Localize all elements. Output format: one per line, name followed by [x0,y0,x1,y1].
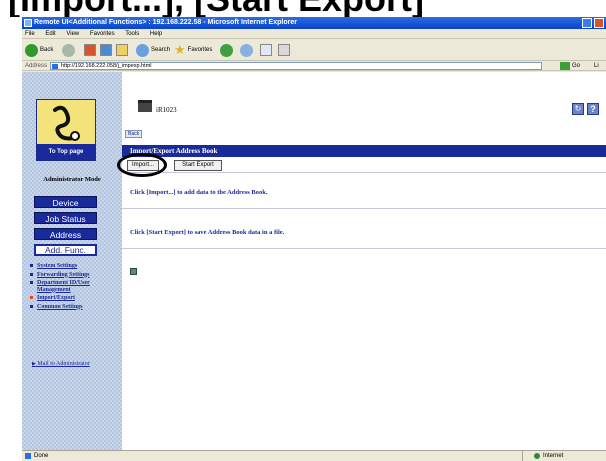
menu-view[interactable]: View [66,31,79,37]
page-heading-text: [Import...], [Start Export] [8,0,424,17]
link-import-export-label: Import/Export [37,295,75,301]
menu-help[interactable]: Help [150,31,162,37]
status-text: Done [34,453,49,459]
settings-links: System Settings Forwarding Settings Depa… [30,263,120,312]
import-button[interactable]: Import... [127,160,159,171]
address-bar: Address http://192.168.222.058/j_impexp.… [22,61,606,71]
page-heading: [Import...], [Start Export] [0,0,606,17]
sidebar: To Top page Administrator Mode Device Jo… [22,72,122,450]
forward-arrow-icon [62,43,75,57]
address-field[interactable]: http://192.168.222.058/j_impexp.html [50,62,542,70]
favorites-button[interactable]: ★ Favorites [174,42,212,58]
logo-label: To Top page [37,144,95,160]
browser-toolbar: Back Search ★ Favorites [22,39,606,61]
printer-icon [138,100,152,112]
media-icon [220,43,233,57]
arrow-icon: ▶ [32,362,36,367]
history-icon [240,43,253,57]
nav-address[interactable]: Address [34,228,97,240]
nav-job-status[interactable]: Job Status [34,212,97,224]
star-icon: ★ [174,42,186,57]
back-button[interactable]: Back [25,42,53,58]
bullet-icon [30,296,33,299]
page-top-icon[interactable] [130,268,137,275]
history-button[interactable] [240,42,253,58]
start-export-button[interactable]: Start Export [174,160,222,171]
search-label: Search [151,47,171,53]
bullet-icon [30,272,33,276]
link-common-settings-label: Common Settings [37,303,83,310]
page-icon [52,64,58,69]
admin-mode-label: Administrator Mode [43,176,101,183]
menu-file[interactable]: File [25,31,35,37]
device-name: iR1023 [156,106,177,114]
status-bar: Done Internet [22,450,606,461]
menu-edit[interactable]: Edit [45,31,55,37]
divider [122,248,606,249]
address-url: http://192.168.222.058/j_impexp.html [61,63,152,69]
media-button[interactable] [220,42,233,58]
stop-button[interactable] [84,42,96,58]
maximize-button[interactable] [582,18,592,28]
stop-icon [84,44,96,56]
home-button[interactable] [116,42,128,58]
mail-to-admin-link[interactable]: ▶ Mail to Administrator [32,361,90,369]
mail-icon [260,44,272,56]
menu-favorites[interactable]: Favorites [90,31,115,37]
search-icon [136,43,149,57]
page-status-icon [25,453,31,459]
link-system-settings-label: System Settings [37,263,78,269]
logo-graphic [53,105,80,141]
logo-icon [37,100,95,144]
section-title: Import/Export Address Book [122,145,606,157]
internet-zone-icon [534,453,540,459]
home-icon [116,44,128,56]
print-icon [278,44,290,56]
close-button[interactable] [594,18,604,28]
refresh-button[interactable] [100,42,112,58]
link-import-export[interactable]: Import/Export [30,295,120,302]
main-content: iR1023 ↻ ? Back Import/Export Address Bo… [117,72,606,450]
menu-bar: File Edit View Favorites Tools Help [22,29,606,39]
back-arrow-icon [25,43,38,57]
address-label: Address [25,63,48,69]
link-forwarding-settings-label: Forwarding Settings [37,271,90,278]
forward-button[interactable] [62,42,75,58]
go-label[interactable]: Go [572,61,580,71]
print-button[interactable] [278,42,290,58]
divider [522,451,523,461]
link-common-settings[interactable]: Common Settings [30,304,120,311]
refresh-icon [100,44,112,56]
refresh-page-icon[interactable]: ↻ [572,103,584,115]
mail-to-admin-label: Mail to Administrator [37,361,90,367]
zone-text: Internet [543,453,564,459]
top-page-logo[interactable]: To Top page [36,99,96,161]
link-system-settings[interactable]: System Settings [30,263,120,270]
import-description: Click [Import...] to add data to the Add… [130,189,268,196]
go-button[interactable] [560,62,570,70]
nav-device[interactable]: Device [34,196,97,208]
nav-add-func[interactable]: Add. Func. [34,244,97,256]
divider [122,208,606,209]
bullet-icon [30,281,33,284]
search-button[interactable]: Search [136,42,170,58]
help-icon[interactable]: ? [587,103,599,115]
ie-icon [24,19,32,27]
links-label[interactable]: Li [594,61,599,71]
back-label: Back [40,47,54,53]
menu-tools[interactable]: Tools [125,31,139,37]
favorites-label: Favorites [187,47,213,53]
bullet-icon [30,304,33,308]
link-department-id[interactable]: Department ID/User Management [30,280,120,293]
export-description: Click [Start Export] to save Address Boo… [130,229,285,236]
action-row: Import... Start Export [117,153,606,177]
mail-button[interactable] [260,42,272,58]
link-forwarding-settings[interactable]: Forwarding Settings [30,272,120,279]
title-bar: Remote UI<Additional Functions> : 192.16… [22,17,606,29]
browser-window: Remote UI<Additional Functions> : 192.16… [22,17,606,461]
back-link[interactable]: Back [125,130,143,138]
link-department-id-label: Department ID/User Management [37,280,90,293]
window-title: Remote UI<Additional Functions> : 192.16… [34,19,297,26]
bullet-icon [30,264,33,267]
